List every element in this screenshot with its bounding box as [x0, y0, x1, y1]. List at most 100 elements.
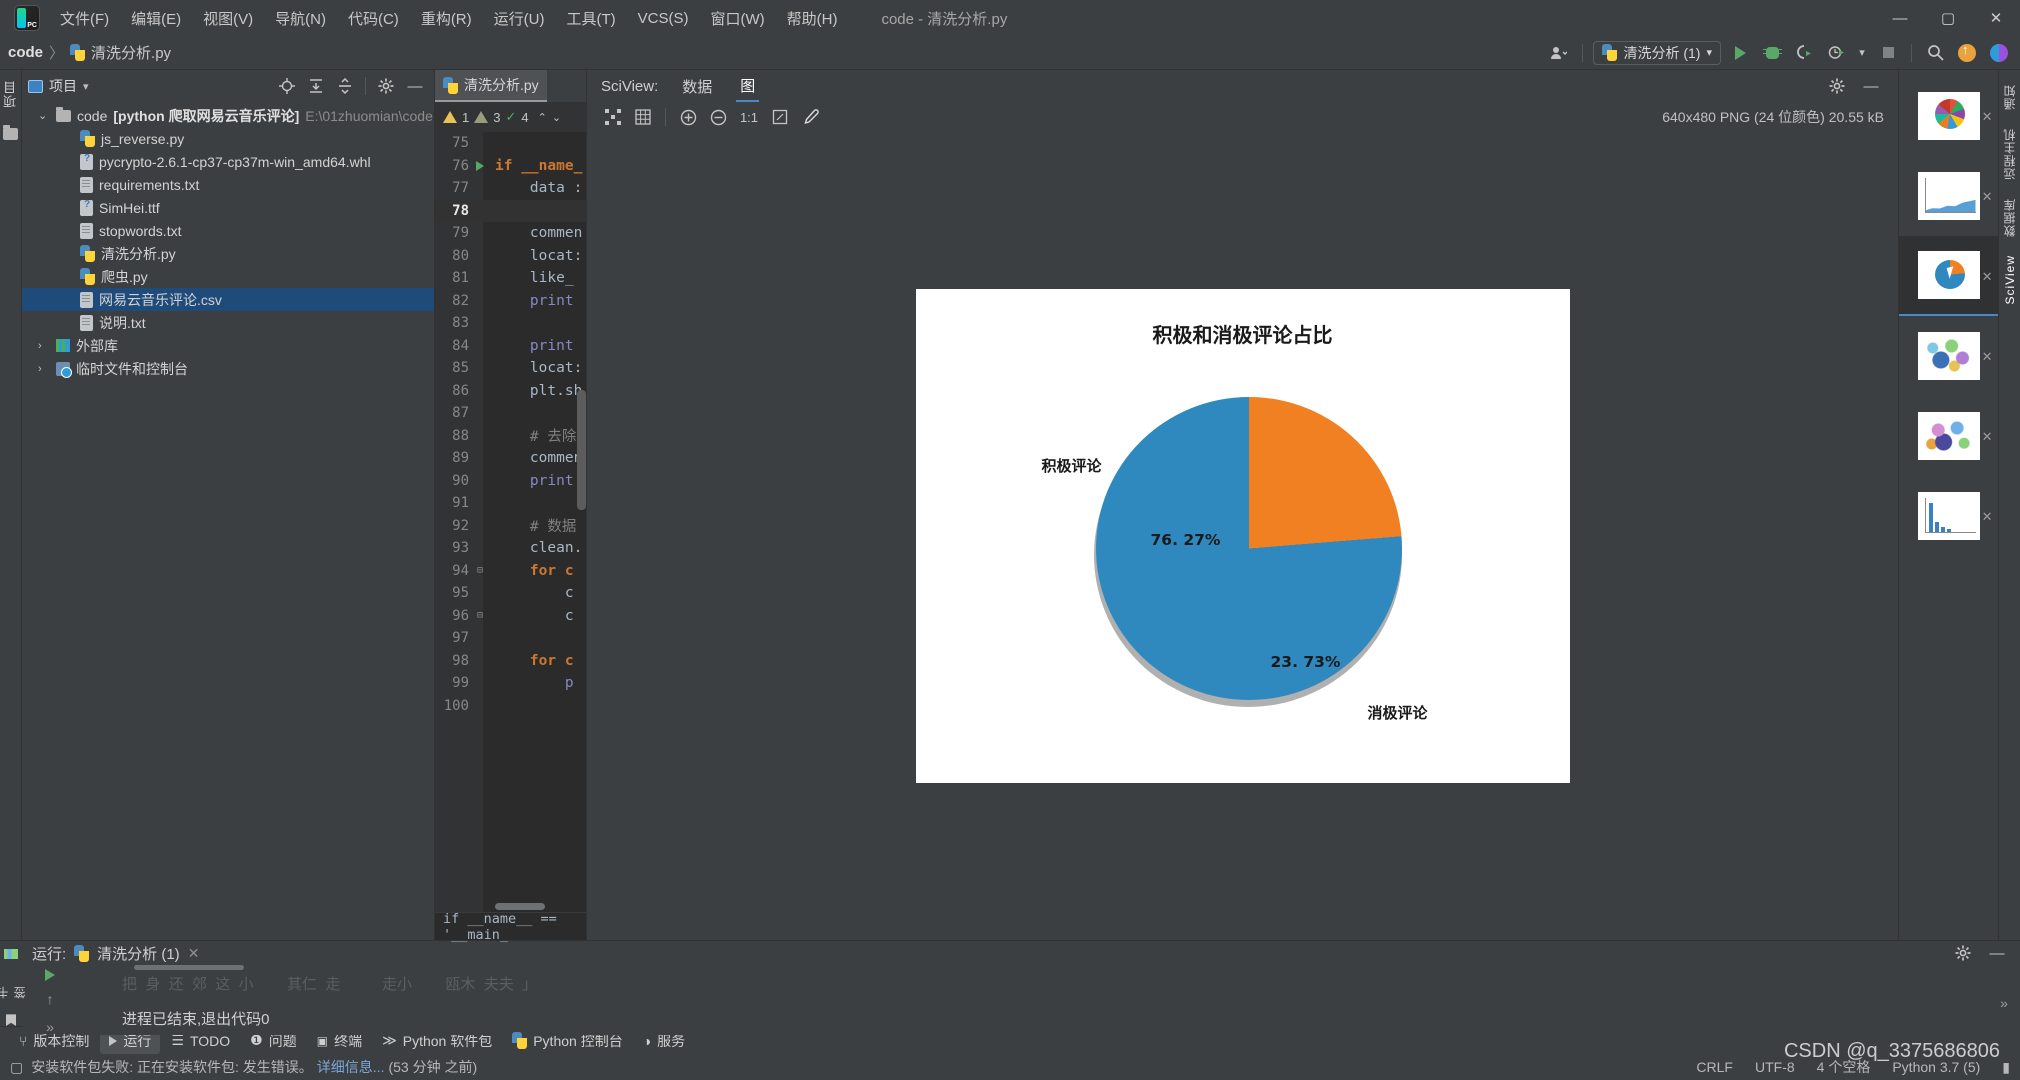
collapse-all-icon[interactable] [332, 74, 358, 98]
sidebar-tab-bookmarks[interactable]: 书签 [0, 975, 28, 998]
close-button[interactable]: ✕ [1972, 0, 2020, 36]
structure-icon[interactable] [3, 125, 18, 140]
expand-all-icon[interactable] [303, 74, 329, 98]
hide-panel-icon[interactable]: — [402, 74, 428, 98]
profile-button[interactable] [1823, 41, 1849, 65]
update-icon[interactable] [1954, 41, 1980, 65]
run-with-coverage-button[interactable] [1791, 41, 1817, 65]
tab-data[interactable]: 数据 [678, 70, 716, 102]
menu-help[interactable]: 帮助(H) [777, 3, 848, 34]
window-controls[interactable]: — ▢ ✕ [1876, 0, 2020, 36]
gear-icon[interactable] [373, 74, 399, 98]
menu-navigate[interactable]: 导航(N) [265, 3, 336, 34]
breadcrumb[interactable]: code 〉 清洗分析.py [8, 42, 171, 63]
sidebar-tab-project[interactable]: 项目 [1, 80, 20, 108]
fold-icon[interactable]: ⊟ [473, 565, 487, 576]
tree-item-pycrypto-whl[interactable]: pycrypto-2.6.1-cp37-cp37m-win_amd64.whl [22, 150, 434, 173]
sciview-tab-bar[interactable]: SciView: 数据 图 — [587, 70, 1898, 102]
menu-refactor[interactable]: 重构(R) [411, 3, 482, 34]
menu-code[interactable]: 代码(C) [338, 3, 409, 34]
close-icon[interactable]: ✕ [1982, 349, 1993, 365]
run-console-toolbar-2[interactable]: » [1988, 965, 2020, 1035]
ide-feature-icon[interactable] [1986, 41, 2012, 65]
plot-canvas[interactable]: 积极和消极评论占比 积极评论 76. 27% 23. 73% 消极评论 [587, 132, 1898, 940]
close-icon[interactable]: ✕ [188, 945, 200, 962]
run-configuration-selector[interactable]: 清洗分析 (1) ▾ [1593, 40, 1721, 65]
run-console-area[interactable]: ↑ » 把 身 还 郊 这 小 其仁 走 走小 瓯木 夫夫 」 进程已结束,退出… [22, 965, 2020, 1035]
tree-item-qingxi-fenxi[interactable]: 清洗分析.py [22, 242, 434, 265]
chevron-down-icon[interactable]: ⌄ [38, 109, 50, 122]
actual-size-label[interactable]: 1:1 [736, 106, 762, 128]
status-lock-icon[interactable]: ▮ [2002, 1059, 2010, 1076]
plot-thumbnail-list[interactable]: ✕ ✕ ✕ ✕ ✕ ✕ [1898, 70, 1998, 940]
main-toolbar[interactable]: 清洗分析 (1) ▾ ▾ [1546, 40, 2012, 65]
user-account-icon[interactable] [1546, 41, 1572, 65]
matplotlib-figure[interactable]: 积极和消极评论占比 积极评论 76. 27% 23. 73% 消极评论 [915, 289, 1570, 783]
tree-item-netease-csv[interactable]: 网易云音乐评论.csv [22, 288, 434, 311]
tree-item-simhei[interactable]: SimHei.ttf [22, 196, 434, 219]
prev-problem-icon[interactable]: ⌃ [538, 111, 547, 124]
tree-item-requirements[interactable]: requirements.txt [22, 173, 434, 196]
editor-tab-bar[interactable]: 清洗分析.py [435, 70, 586, 102]
editor-scrollbar[interactable] [577, 390, 586, 510]
tree-root-node[interactable]: ⌄ code [python 爬取网易云音乐评论] E:\01zhuomian\… [22, 104, 434, 127]
thumb-blue-orange-pie[interactable]: ✕ [1899, 236, 1998, 316]
gear-icon[interactable] [1950, 941, 1976, 965]
hide-panel-icon[interactable]: — [1858, 74, 1884, 98]
menu-tools[interactable]: 工具(T) [556, 3, 625, 34]
run-panel-config[interactable]: 清洗分析 (1) [97, 943, 180, 964]
project-scope-chevron-icon[interactable]: ▾ [83, 80, 89, 93]
breadcrumb-project[interactable]: code [8, 44, 43, 61]
code-area[interactable]: 75 76 if __name_ 77 data : 78 79 commen 8… [435, 132, 586, 912]
editor-horizontal-scrollbar[interactable] [495, 903, 545, 910]
gear-icon[interactable] [1824, 74, 1850, 98]
run-gutter-icon[interactable] [473, 160, 487, 171]
event-log-icon[interactable]: ▢ [10, 1059, 23, 1076]
thumb-wordcloud-2[interactable]: ✕ [1899, 396, 1998, 476]
expand-more-icon[interactable]: » [2000, 995, 2008, 1011]
close-icon[interactable]: ✕ [1982, 189, 1993, 205]
sidebar-tab-database[interactable]: 数据库 [2001, 198, 2018, 237]
scroll-up-icon[interactable]: ↑ [47, 991, 54, 1007]
fit-content-icon[interactable] [601, 106, 625, 128]
next-problem-icon[interactable]: ⌄ [552, 111, 561, 124]
tree-item-js-reverse[interactable]: js_reverse.py [22, 127, 434, 150]
tree-node-scratches[interactable]: › 临时文件和控制台 [22, 357, 434, 380]
select-opened-file-icon[interactable] [274, 74, 300, 98]
status-line-separator[interactable]: CRLF [1696, 1059, 1733, 1075]
thumb-wordcloud-1[interactable]: ✕ [1899, 316, 1998, 396]
sciview-toolbar[interactable]: 1:1 640x480 PNG (24 位颜色) 20.55 kB [587, 102, 1898, 132]
run-console-toolbar[interactable]: ↑ » [22, 965, 78, 1035]
thumb-area-chart[interactable]: ✕ [1899, 156, 1998, 236]
sidebar-tab-remote-host[interactable]: 远程主机 [2001, 128, 2018, 180]
thumb-bar-chart[interactable]: ✕ [1899, 476, 1998, 556]
grid-icon[interactable] [631, 106, 655, 128]
run-button[interactable] [1727, 41, 1753, 65]
chevron-down-icon[interactable]: ▾ [1706, 46, 1712, 59]
fit-window-icon[interactable] [768, 106, 792, 128]
tree-item-pachong[interactable]: 爬虫.py [22, 265, 434, 288]
bookmark-icon[interactable] [6, 1014, 16, 1027]
profile-dropdown-icon[interactable]: ▾ [1855, 41, 1869, 65]
fold-icon[interactable]: ⊟ [473, 610, 487, 621]
tree-item-stopwords[interactable]: stopwords.txt [22, 219, 434, 242]
left-tool-strip[interactable]: 项目 [0, 70, 22, 940]
stop-button[interactable] [1875, 41, 1901, 65]
menu-file[interactable]: 文件(F) [50, 3, 119, 34]
zoom-in-icon[interactable] [676, 106, 700, 128]
minimize-button[interactable]: — [1876, 0, 1924, 36]
project-tree[interactable]: ⌄ code [python 爬取网易云音乐评论] E:\01zhuomian\… [22, 102, 434, 940]
color-picker-icon[interactable] [798, 106, 822, 128]
debug-button[interactable] [1759, 41, 1785, 65]
menu-bar[interactable]: 文件(F) 编辑(E) 视图(V) 导航(N) 代码(C) 重构(R) 运行(U… [50, 3, 847, 34]
tab-plots[interactable]: 图 [736, 70, 760, 102]
chevron-right-icon[interactable]: › [38, 363, 50, 375]
inspection-widget[interactable]: 1 3 ✓ 4 ⌃ ⌄ [435, 102, 586, 132]
chevron-right-icon[interactable]: › [38, 340, 50, 352]
code-lines[interactable]: 75 76 if __name_ 77 data : 78 79 commen 8… [435, 132, 586, 717]
sidebar-tab-sciview[interactable]: SciView [2003, 255, 2017, 304]
zoom-out-icon[interactable] [706, 106, 730, 128]
tree-item-shuoming[interactable]: 说明.txt [22, 311, 434, 334]
status-details-link[interactable]: 详细信息... [317, 1057, 385, 1077]
menu-window[interactable]: 窗口(W) [700, 3, 774, 34]
